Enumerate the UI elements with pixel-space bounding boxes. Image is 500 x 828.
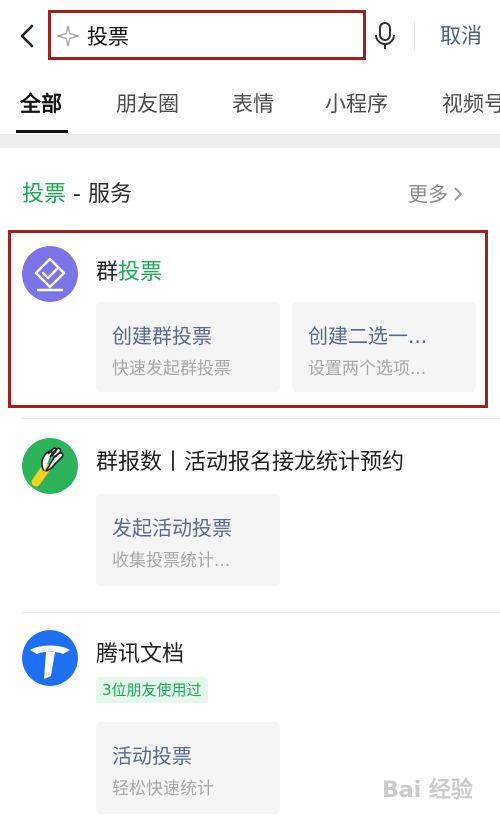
- separator: [22, 612, 500, 613]
- result-group-count[interactable]: 群报数丨活动报名接龙统计预约 发起活动投票 收集投票统计...: [0, 420, 500, 610]
- title-highlight: 投票: [118, 260, 163, 285]
- section-gap: [0, 134, 500, 148]
- separator: [22, 418, 500, 419]
- result-group-vote[interactable]: 群投票 创建群投票 快速发起群投票 创建二选一... 设置两个选项...: [0, 230, 500, 416]
- search-field[interactable]: [48, 10, 366, 60]
- action-activity-vote[interactable]: 活动投票 轻松快速统计: [96, 722, 280, 814]
- sparkle-search-icon: [57, 25, 79, 47]
- chevron-left-icon: [20, 24, 34, 48]
- section-header: 投票 - 服务 更多: [0, 148, 500, 228]
- tencent-docs-icon: [22, 630, 78, 686]
- chip-subtitle: 设置两个选项...: [308, 359, 427, 379]
- chip-subtitle: 收集投票统计...: [112, 551, 231, 571]
- cancel-button[interactable]: 取消: [426, 20, 496, 52]
- chip-title: 创建群投票: [112, 324, 212, 348]
- microphone-icon: [375, 22, 395, 49]
- section-title-highlight: 投票: [22, 182, 67, 207]
- search-bar: 取消: [0, 0, 500, 70]
- chip-subtitle: 快速发起群投票: [112, 359, 231, 379]
- result-title: 腾讯文档: [96, 642, 185, 667]
- chip-title: 发起活动投票: [112, 516, 232, 540]
- action-create-group-vote[interactable]: 创建群投票 快速发起群投票: [96, 302, 280, 392]
- watermark: Bai 经验: [382, 778, 473, 803]
- active-tab-indicator: [16, 130, 68, 133]
- title-prefix: 群: [96, 260, 119, 285]
- chip-subtitle: 轻松快速统计: [112, 779, 214, 799]
- tab-stickers[interactable]: 表情: [232, 88, 274, 118]
- voice-input-button[interactable]: [372, 20, 398, 52]
- chip-title: 活动投票: [112, 744, 192, 768]
- waving-hand-icon: [22, 438, 78, 494]
- back-button[interactable]: [14, 20, 42, 52]
- more-link[interactable]: 更多: [408, 178, 464, 207]
- more-label: 更多: [408, 182, 448, 206]
- tab-channels[interactable]: 视频号: [442, 88, 500, 118]
- divider: [414, 22, 415, 50]
- tab-all[interactable]: 全部: [20, 88, 62, 118]
- chevron-right-icon: [454, 187, 463, 201]
- action-start-activity-vote[interactable]: 发起活动投票 收集投票统计...: [96, 494, 280, 586]
- result-title: 群报数丨活动报名接龙统计预约: [96, 450, 405, 475]
- friends-used-badge: 3位朋友使用过: [96, 677, 208, 703]
- tab-mini-programs[interactable]: 小程序: [325, 88, 388, 118]
- tab-moments[interactable]: 朋友圈: [116, 88, 179, 118]
- section-title-rest: - 服务: [66, 182, 132, 207]
- vote-check-icon: [22, 246, 78, 302]
- action-create-binary-vote[interactable]: 创建二选一... 设置两个选项...: [292, 302, 476, 392]
- chip-title: 创建二选一...: [308, 324, 428, 348]
- result-title: 群投票: [96, 254, 162, 286]
- search-input[interactable]: [87, 21, 327, 51]
- category-tabs: 全部 朋友圈 表情 小程序 视频号: [0, 76, 500, 133]
- section-title: 投票 - 服务: [22, 176, 132, 208]
